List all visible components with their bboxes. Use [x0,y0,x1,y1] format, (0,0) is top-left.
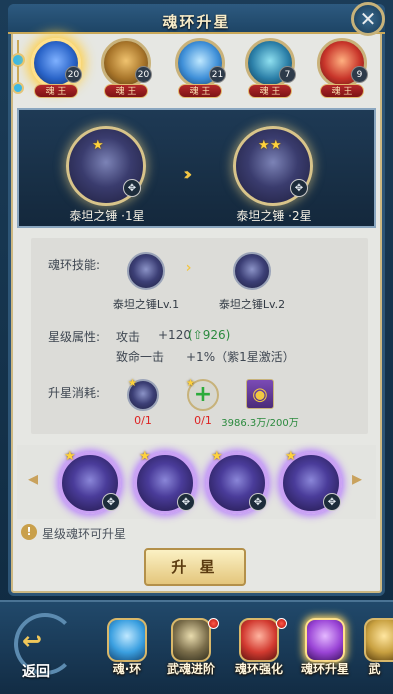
nav-label: 魂环强化 [234,662,283,676]
skill-label: 魂环技能: [48,258,101,272]
ring-slot-4[interactable]: 7 魂 王 [242,36,298,98]
skill-current-name: 泰坦之锤Lv.1 [112,298,180,311]
ring-star-gem-icon [305,618,345,662]
ring-slot-3[interactable]: 21 魂 王 [172,36,228,98]
skill-next-name: 泰坦之锤Lv.2 [218,298,286,311]
ring-rank-tag: 魂 王 [320,84,364,98]
ring-level-badge: 7 [279,66,296,83]
ring-level-badge: 21 [209,66,226,83]
star-icon: ★ [211,449,223,464]
ring-enhance-gem-icon [239,618,279,662]
close-button[interactable]: ✕ [351,2,385,36]
star-icon: ★ [186,378,195,389]
attack-label: 攻击 [116,330,141,344]
nav-label: 武 [368,662,381,676]
skill-current-icon [127,252,165,290]
notification-dot [276,618,287,629]
hammer-type-badge-icon: ✥ [249,493,267,511]
upgrade-hint: 星级魂环可升星 [42,527,127,541]
crit-label: 致命一击 [116,350,165,364]
nav-spirit-ring[interactable]: 魂·环 [96,618,158,688]
ring-selector: 20 魂 王 20 魂 王 21 魂 王 7 魂 王 9 魂 王 [24,36,374,100]
ring-rank-tag: 魂 王 [34,84,78,98]
ring-slot-1[interactable]: 20 魂 王 [28,36,84,98]
nav-label: 武魂进阶 [166,662,215,676]
nav-martial-soul-advance[interactable]: 武魂进阶 [160,618,222,688]
next-ring-name: 泰坦之锤 ·2星 [236,209,312,223]
ring-level-badge: 20 [135,66,152,83]
hammer-type-badge-icon: ✥ [323,493,341,511]
current-ring-icon: ✥ [66,126,146,206]
nav-label: 魂环升星 [300,662,349,676]
ring-slot-2[interactable]: 20 魂 王 [98,36,154,98]
cost-material-count: 0/1 [194,414,212,427]
power-value: 926 [202,328,226,342]
star-icon: ★ [258,138,270,153]
back-button[interactable]: ↩ 返回 [6,613,86,689]
ring-rank-tag: 魂 王 [178,84,222,98]
martial-gem-icon [364,618,393,662]
ring-level-badge: 9 [351,66,368,83]
hammer-type-badge-icon: ✥ [102,493,120,511]
nav-martial-more[interactable]: 武 [356,618,393,688]
back-arrow-icon: ↩ [22,627,43,655]
star-icon: ★ [128,378,137,389]
scroll-left-icon[interactable]: ◂ [28,466,38,490]
nav-ring-upgrade-star[interactable]: 魂环升星 [294,618,356,688]
back-label: 返回 [22,664,50,680]
ring-level-badge: 20 [65,66,82,83]
martial-soul-gem-icon [171,618,211,662]
crit-value: +1%（紫1星激活） [186,350,295,364]
current-ring-name: 泰坦之锤 ·1星 [69,209,145,223]
star-icon: ★ [64,449,76,464]
gold-coin-icon: ◉ [246,379,274,409]
hammer-type-badge-icon: ✥ [290,179,308,197]
close-icon: ✕ [359,7,377,31]
ring-rank-tag: 魂 王 [104,84,148,98]
hammer-type-badge-icon: ✥ [123,179,141,197]
gold-cost: 3986.3万/200万 [221,418,299,429]
power-arrow-icon: ⇧ [192,328,203,342]
window-title: 魂环升星 [162,13,231,31]
attack-value: +120 [158,328,191,342]
plus-icon: + [193,382,213,407]
notification-dot [208,618,219,629]
power-delta: (⇧926) [188,328,231,342]
cost-ring-count: 0/1 [134,414,152,427]
upgrade-arrow-icon: ››› [183,164,192,185]
spirit-ring-gem-icon [107,618,147,662]
info-icon: ! [21,524,37,540]
star-icon: ★ [139,449,151,464]
skill-next-icon [233,252,271,290]
star-icon: ★ [270,138,282,153]
scroll-right-icon[interactable]: ▸ [352,466,362,490]
star-icon: ★ [92,138,104,153]
star-icon: ★ [285,449,297,464]
upgrade-star-button[interactable]: 升 星 [144,548,246,586]
nav-label: 魂·环 [112,662,142,676]
ring-rank-tag: 魂 王 [248,84,292,98]
ring-slot-5[interactable]: 9 魂 王 [314,36,370,98]
cost-label: 升星消耗: [48,386,101,400]
attribute-label: 星级属性: [48,330,101,344]
nav-ring-enhance[interactable]: 魂环强化 [228,618,290,688]
hammer-type-badge-icon: ✥ [177,493,195,511]
title-bar: 魂环升星 [8,4,385,34]
